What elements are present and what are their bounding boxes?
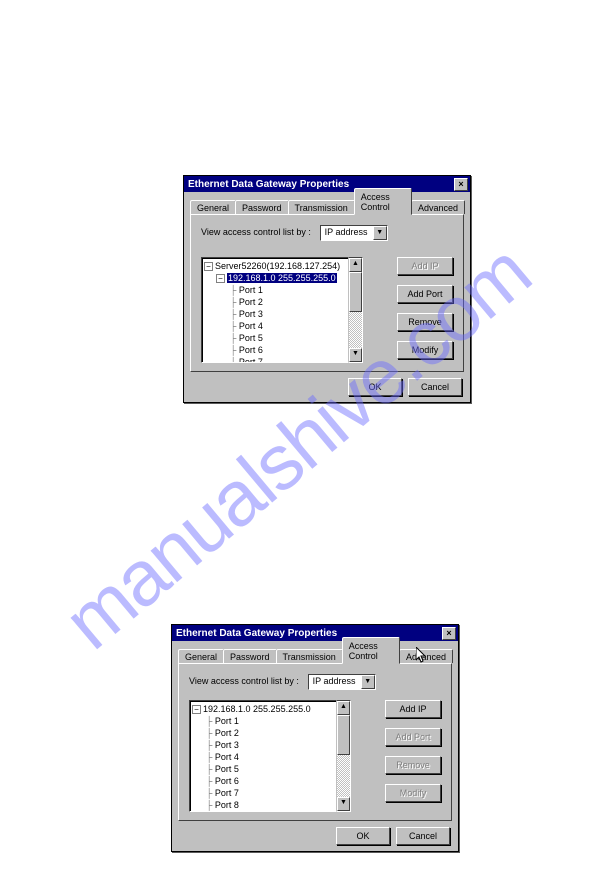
scroll-thumb[interactable] — [337, 715, 350, 755]
tab-password[interactable]: Password — [223, 649, 277, 663]
chevron-down-icon[interactable]: ▼ — [361, 675, 375, 689]
acl-tree[interactable]: −192.168.1.0 255.255.255.0 ├ Port 1 ├ Po… — [189, 700, 337, 812]
tab-transmission[interactable]: Transmission — [276, 649, 343, 663]
scroll-thumb[interactable] — [349, 272, 362, 312]
tree-port[interactable]: Port 3 — [215, 740, 239, 750]
tree-scrollbar[interactable]: ▲ ▼ — [337, 700, 351, 812]
tree-root[interactable]: Server52260(192.168.127.254) — [215, 261, 340, 271]
tree-port[interactable]: Port 8 — [215, 800, 239, 810]
collapse-icon[interactable]: − — [216, 274, 225, 283]
scroll-track[interactable] — [349, 312, 362, 348]
properties-dialog-1: Ethernet Data Gateway Properties × Gener… — [183, 175, 471, 403]
tree-port[interactable]: Port 1 — [239, 285, 263, 295]
tree-port[interactable]: Port 2 — [239, 297, 263, 307]
tab-password[interactable]: Password — [235, 200, 289, 214]
properties-dialog-2: Ethernet Data Gateway Properties × Gener… — [171, 624, 459, 852]
modify-button[interactable]: Modify — [397, 341, 453, 359]
add-port-button: Add Port — [385, 728, 441, 746]
cancel-button[interactable]: Cancel — [396, 827, 450, 845]
modify-button: Modify — [385, 784, 441, 802]
combo-value: IP address — [321, 226, 373, 240]
tree-scrollbar[interactable]: ▲ ▼ — [349, 257, 363, 363]
acl-tree-container: −Server52260(192.168.127.254) −192.168.1… — [201, 257, 363, 363]
tree-port[interactable]: Port 6 — [215, 776, 239, 786]
acl-tree-container: −192.168.1.0 255.255.255.0 ├ Port 1 ├ Po… — [189, 700, 351, 812]
scroll-down-icon[interactable]: ▼ — [349, 348, 362, 362]
close-icon[interactable]: × — [454, 178, 468, 191]
scroll-up-icon[interactable]: ▲ — [349, 258, 362, 272]
scroll-track[interactable] — [337, 755, 350, 797]
titlebar[interactable]: Ethernet Data Gateway Properties × — [184, 176, 470, 192]
tree-port[interactable]: Port 4 — [239, 321, 263, 331]
tab-strip: General Password Transmission Access Con… — [178, 646, 452, 663]
close-icon[interactable]: × — [442, 627, 456, 640]
chevron-down-icon[interactable]: ▼ — [373, 226, 387, 240]
view-by-label: View access control list by : — [189, 676, 299, 686]
tab-advanced[interactable]: Advanced — [399, 649, 453, 663]
collapse-icon[interactable]: − — [192, 705, 201, 714]
tree-port[interactable]: Port 5 — [239, 333, 263, 343]
dialog-title: Ethernet Data Gateway Properties — [176, 628, 337, 639]
tab-access-control[interactable]: Access Control — [342, 637, 400, 664]
remove-button[interactable]: Remove — [397, 313, 453, 331]
acl-tree[interactable]: −Server52260(192.168.127.254) −192.168.1… — [201, 257, 349, 363]
tree-port[interactable]: Port 5 — [215, 764, 239, 774]
tab-access-control[interactable]: Access Control — [354, 188, 412, 215]
tab-general[interactable]: General — [178, 649, 224, 663]
tree-port[interactable]: Port 1 — [215, 716, 239, 726]
tree-port[interactable]: Port 7 — [215, 788, 239, 798]
tab-panel: View access control list by : IP address… — [190, 214, 464, 372]
add-port-button[interactable]: Add Port — [397, 285, 453, 303]
titlebar[interactable]: Ethernet Data Gateway Properties × — [172, 625, 458, 641]
add-ip-button: Add IP — [397, 257, 453, 275]
cancel-button[interactable]: Cancel — [408, 378, 462, 396]
scroll-down-icon[interactable]: ▼ — [337, 797, 350, 811]
tab-general[interactable]: General — [190, 200, 236, 214]
view-by-label: View access control list by : — [201, 227, 311, 237]
tree-port[interactable]: Port 2 — [215, 728, 239, 738]
add-ip-button[interactable]: Add IP — [385, 700, 441, 718]
combo-value: IP address — [309, 675, 361, 689]
tree-port[interactable]: Port 6 — [239, 345, 263, 355]
tab-panel: View access control list by : IP address… — [178, 663, 452, 821]
scroll-up-icon[interactable]: ▲ — [337, 701, 350, 715]
view-by-combo[interactable]: IP address ▼ — [320, 225, 388, 241]
collapse-icon[interactable]: − — [204, 262, 213, 271]
ok-button[interactable]: OK — [348, 378, 402, 396]
remove-button: Remove — [385, 756, 441, 774]
ok-button[interactable]: OK — [336, 827, 390, 845]
tree-port[interactable]: Port 4 — [215, 752, 239, 762]
tree-ip-node[interactable]: 192.168.1.0 255.255.255.0 — [203, 704, 311, 714]
tab-transmission[interactable]: Transmission — [288, 200, 355, 214]
tree-port[interactable]: Port 3 — [239, 309, 263, 319]
view-by-combo[interactable]: IP address ▼ — [308, 674, 376, 690]
tree-ip-node[interactable]: 192.168.1.0 255.255.255.0 — [227, 273, 337, 283]
tab-strip: General Password Transmission Access Con… — [190, 197, 464, 214]
tree-port[interactable]: Port 7 — [239, 357, 263, 363]
dialog-title: Ethernet Data Gateway Properties — [188, 179, 349, 190]
tab-advanced[interactable]: Advanced — [411, 200, 465, 214]
